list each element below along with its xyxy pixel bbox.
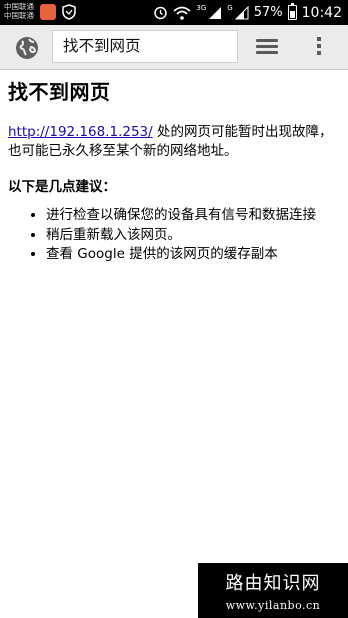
alarm-icon bbox=[154, 6, 168, 20]
network-3g-label: 3G bbox=[196, 3, 207, 12]
overflow-menu-button[interactable] bbox=[316, 37, 322, 59]
status-bar: 中国联通 中国联通 3G G 57% 10:42 bbox=[0, 0, 348, 25]
network-g-label: G bbox=[227, 3, 233, 12]
suggestion-item: 进行检查以确保您的设备具有信号和数据连接 bbox=[46, 207, 338, 225]
site-watermark: 路由知识网 www.yilanbo.cn bbox=[198, 563, 348, 618]
address-bar[interactable]: 找不到网页 bbox=[52, 30, 238, 63]
browser-toolbar: 找不到网页 bbox=[0, 25, 348, 70]
failed-url-link[interactable]: http://192.168.1.253/ bbox=[8, 124, 153, 140]
tabs-button[interactable] bbox=[256, 39, 278, 56]
signal-icon-2 bbox=[234, 5, 249, 19]
menu-dot-icon bbox=[317, 37, 321, 41]
clock: 10:42 bbox=[301, 4, 342, 21]
shield-icon bbox=[62, 4, 76, 20]
suggestion-item: 查看 Google 提供的该网页的缓存副本 bbox=[46, 246, 338, 264]
carrier-2: 中国联通 bbox=[4, 11, 34, 20]
watermark-url: www.yilanbo.cn bbox=[225, 599, 321, 612]
suggestion-item: 稍后重新载入该网页。 bbox=[46, 227, 338, 245]
suggestions-list: 进行检查以确保您的设备具有信号和数据连接 稍后重新载入该网页。 查看 Googl… bbox=[8, 207, 338, 264]
status-icons: 3G G 57% 10:42 bbox=[153, 3, 342, 22]
app-notification-icon bbox=[40, 4, 56, 20]
menu-dot-icon bbox=[317, 51, 321, 55]
globe-icon[interactable] bbox=[14, 35, 40, 61]
tabs-line-icon bbox=[256, 45, 278, 48]
carrier-labels: 中国联通 中国联通 bbox=[4, 2, 34, 20]
page-title: 找不到网页 bbox=[8, 80, 111, 104]
tabs-line-icon bbox=[256, 51, 278, 54]
wifi-icon bbox=[173, 6, 191, 20]
battery-percent: 57% bbox=[253, 5, 283, 20]
page-content: 找不到网页 http://192.168.1.253/ 处的网页可能暂时出现故障… bbox=[8, 72, 338, 266]
menu-dot-icon bbox=[317, 44, 321, 48]
watermark-title: 路由知识网 bbox=[225, 573, 321, 594]
carrier-1: 中国联通 bbox=[4, 2, 34, 11]
battery-icon bbox=[287, 3, 297, 20]
signal-icon-1 bbox=[209, 6, 222, 19]
tabs-line-icon bbox=[256, 39, 278, 42]
suggestions-heading: 以下是几点建议： bbox=[8, 179, 116, 195]
error-message: http://192.168.1.253/ 处的网页可能暂时出现故障，也可能已永… bbox=[8, 123, 338, 161]
